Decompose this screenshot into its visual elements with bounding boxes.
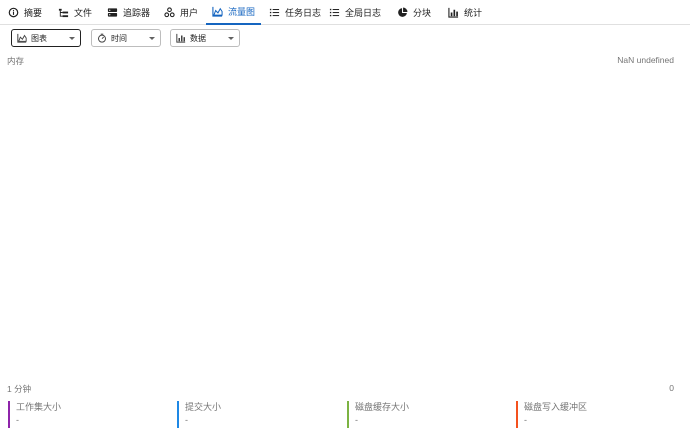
tab-pieces[interactable]: 分块 [391,0,437,25]
time-select-value: 时间 [111,33,127,43]
tab-label: 任务日志 [285,9,322,19]
y-axis-max-value: NaN undefined [617,55,674,65]
area-chart-icon [17,33,27,43]
legend-value: - [16,415,19,425]
tab-torrent-log[interactable]: 任务日志 [263,0,327,25]
legend-value: - [524,415,527,425]
chart-select-value: 图表 [31,33,47,43]
legend-name: 工作集大小 [16,402,62,412]
data-select-value: 数据 [190,33,206,43]
tab-label: 文件 [74,9,93,19]
tab-label: 摘要 [24,9,43,19]
legend-item-working-set: 工作集大小 - [8,401,61,428]
bar-chart-icon [176,33,186,43]
tab-files[interactable]: 文件 [52,0,98,25]
tab-peers[interactable]: 用户 [158,0,204,25]
y-axis-label: 内存 [7,56,25,66]
data-select[interactable]: 数据 [170,29,240,47]
time-select[interactable]: 时间 [91,29,161,47]
peers-icon [164,7,175,18]
legend-value: - [185,415,188,425]
tab-statistics[interactable]: 统计 [442,0,488,25]
list-icon [329,8,340,17]
legend-item-disk-write-buffer: 磁盘写入缓冲区 - [516,401,587,428]
tab-label: 流量图 [228,8,256,18]
info-icon [8,7,19,18]
pie-icon [398,7,408,17]
x-axis-end-label: 0 [669,383,674,393]
tab-general[interactable]: 摘要 [2,0,48,25]
tab-bar: 摘要 文件 追踪器 用户 流量图 任务日志 全局日志 分块 统计 [0,0,690,25]
list-icon [269,8,280,17]
tab-label: 全局日志 [345,9,382,19]
chevron-down-icon [228,36,234,40]
bar-chart-icon [448,7,459,18]
area-chart-icon [212,6,223,17]
chevron-down-icon [69,36,75,40]
tab-speed-graph[interactable]: 流量图 [206,0,262,25]
legend-item-commit-size: 提交大小 - [177,401,221,428]
server-icon [107,8,118,17]
tab-global-log[interactable]: 全局日志 [323,0,387,25]
tab-label: 追踪器 [123,9,151,19]
x-axis-start-label: 1 分钟 [7,384,32,394]
tab-label: 用户 [180,9,199,19]
tab-label: 分块 [413,9,432,19]
tab-trackers[interactable]: 追踪器 [101,0,156,25]
speed-graph-canvas[interactable] [6,68,684,380]
chart-select[interactable]: 图表 [11,29,81,47]
legend-value: - [355,415,358,425]
legend-name: 磁盘写入缓冲区 [524,402,588,412]
file-tree-icon [58,8,69,18]
chevron-down-icon [149,36,155,40]
tab-label: 统计 [464,9,483,19]
legend-name: 磁盘缓存大小 [355,402,410,412]
legend-item-disk-cache: 磁盘缓存大小 - [347,401,409,428]
legend-name: 提交大小 [185,402,222,412]
timer-icon [98,33,106,43]
